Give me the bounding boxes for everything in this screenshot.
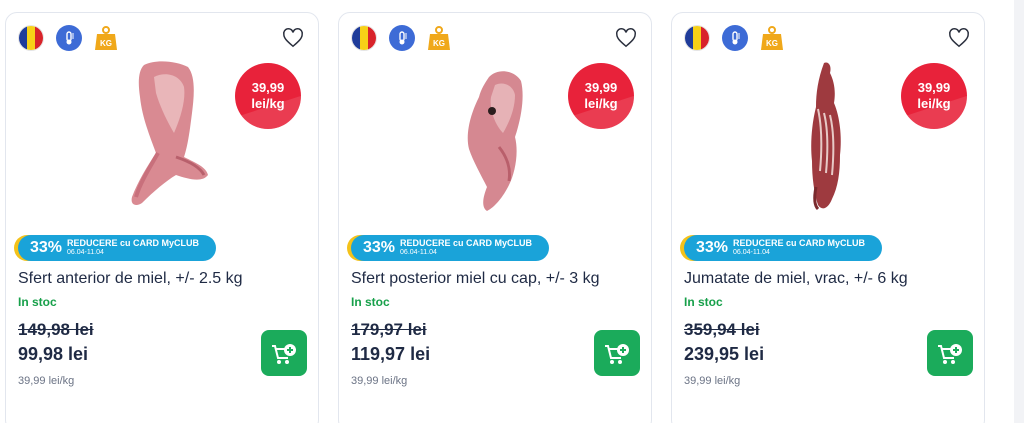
discount-label: REDUCERE cu CARD MyCLUB [67,238,200,248]
page-scroll-edge [1014,0,1024,423]
add-to-cart-icon [938,344,962,364]
thermometer-icon [722,25,748,51]
promo-badge: 33% REDUCERE cu CARD MyCLUB 06.04-11.04 [18,235,216,261]
weight-kg-icon: KG [427,25,451,51]
unit-price-badge: 39,99 lei/kg [235,63,301,129]
romania-flag-icon [684,25,710,51]
current-price: 119,97 lei [351,344,431,364]
add-to-cart-button[interactable] [594,330,640,376]
romania-flag-icon [18,25,44,51]
badge-price: 39,99 [917,80,951,95]
product-image[interactable] [762,57,892,217]
unit-price: 39,99 lei/kg [18,375,75,387]
stock-status: In stoc [18,295,57,309]
discount-dates: 06.04-11.04 [733,249,770,256]
product-attribute-icons: KG [684,25,784,51]
promo-badge: 33% REDUCERE cu CARD MyCLUB 06.04-11.04 [351,235,549,261]
unit-price: 39,99 lei/kg [684,375,741,387]
unit-price-badge: 39,99 lei/kg [901,63,967,129]
add-to-cart-icon [272,344,296,364]
badge-price: 39,99 [251,80,285,95]
old-price: 179,97 lei [351,320,427,339]
product-title[interactable]: Sfert posterior miel cu cap, +/- 3 kg [351,270,600,288]
add-to-cart-icon [605,344,629,364]
current-price: 239,95 lei [684,344,765,364]
product-card[interactable]: KG 39,99 lei/kg 33% REDUCERE cu CARD MyC… [671,12,985,423]
product-image[interactable] [429,57,559,217]
unit-price-badge: 39,99 lei/kg [568,63,634,129]
badge-unit: lei/kg [917,96,951,111]
product-card[interactable]: KG 39,99 lei/kg 33% REDUCERE cu CARD MyC… [338,12,652,423]
product-attribute-icons: KG [18,25,118,51]
discount-label: REDUCERE cu CARD MyCLUB [733,238,866,248]
stock-status: In stoc [684,295,723,309]
old-price: 149,98 lei [18,320,94,339]
product-card[interactable]: KG 39,99 lei/kg 33% REDUCERE cu CARD MyC… [5,12,319,423]
product-image[interactable] [96,57,226,217]
product-title[interactable]: Jumatate de miel, vrac, +/- 6 kg [684,270,908,288]
discount-percent: 33% [363,239,396,256]
discount-label: REDUCERE cu CARD MyCLUB [400,238,533,248]
weight-kg-icon: KG [760,25,784,51]
badge-unit: lei/kg [251,96,285,111]
badge-unit: lei/kg [584,96,618,111]
product-attribute-icons: KG [351,25,451,51]
thermometer-icon [389,25,415,51]
discount-percent: 33% [696,239,729,256]
current-price: 99,98 lei [18,344,89,364]
svg-text:KG: KG [766,39,778,48]
stock-status: In stoc [351,295,390,309]
promo-badge: 33% REDUCERE cu CARD MyCLUB 06.04-11.04 [684,235,882,261]
thermometer-icon [56,25,82,51]
badge-price: 39,99 [584,80,618,95]
favorite-heart-icon[interactable] [615,27,637,49]
favorite-heart-icon[interactable] [948,27,970,49]
weight-kg-icon: KG [94,25,118,51]
add-to-cart-button[interactable] [927,330,973,376]
add-to-cart-button[interactable] [261,330,307,376]
unit-price: 39,99 lei/kg [351,375,408,387]
svg-text:KG: KG [100,39,112,48]
favorite-heart-icon[interactable] [282,27,304,49]
romania-flag-icon [351,25,377,51]
discount-dates: 06.04-11.04 [400,249,437,256]
discount-dates: 06.04-11.04 [67,249,104,256]
svg-text:KG: KG [433,39,445,48]
discount-percent: 33% [30,239,63,256]
old-price: 359,94 lei [684,320,760,339]
product-title[interactable]: Sfert anterior de miel, +/- 2.5 kg [18,270,243,288]
